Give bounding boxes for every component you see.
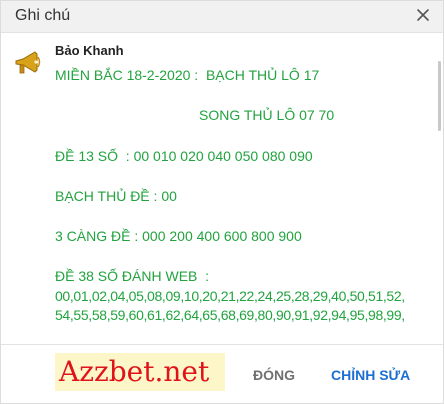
note-line: SONG THỦ LÔ 07 70	[199, 107, 335, 123]
dialog-title: Ghi chú	[15, 7, 71, 24]
edit-button[interactable]: CHỈNH SỬA	[331, 367, 410, 383]
note-line: 54,55,58,59,60,61,62,64,65,68,69,80,90,9…	[55, 307, 405, 323]
note-line: 3 CÀNG ĐỀ : 000 200 400 600 800 900	[55, 228, 302, 244]
dialog-footer: Azzbet.net ĐÓNG CHỈNH SỬA	[1, 345, 443, 403]
dialog-titlebar: Ghi chú	[1, 1, 443, 33]
note-content: Bảo Khanh MIỀN BẮC 18-2-2020 : BẠCH THỦ …	[1, 34, 443, 344]
note-line: ĐỀ 13 SỐ : 00 010 020 040 050 080 090	[55, 148, 313, 164]
note-author: Bảo Khanh	[55, 43, 124, 58]
note-line: MIỀN BẮC 18-2-2020 : BẠCH THỦ LÔ 17	[55, 67, 320, 83]
scrollbar[interactable]	[438, 61, 441, 131]
watermark-banner: Azzbet.net	[55, 353, 225, 391]
note-line: BẠCH THỦ ĐỀ : 00	[55, 188, 177, 204]
megaphone-icon	[15, 51, 41, 74]
note-line: 00,01,02,04,05,08,09,10,20,21,22,24,25,2…	[55, 288, 405, 304]
close-button[interactable]: ĐÓNG	[253, 367, 295, 383]
note-dialog: Ghi chú Bảo Khanh MIỀN BẮC 18-2-2020 : B…	[0, 0, 444, 404]
close-icon[interactable]	[413, 5, 433, 25]
watermark-text: Azzbet.net	[59, 355, 210, 388]
note-line: ĐỀ 38 SỐ ĐÁNH WEB :	[55, 268, 210, 284]
